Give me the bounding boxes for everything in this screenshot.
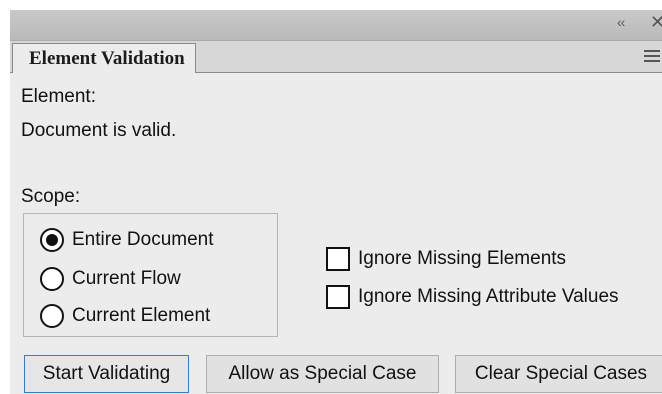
checkbox-label: Ignore Missing Elements [358, 248, 567, 269]
checkbox[interactable] [326, 247, 350, 271]
collapse-panel-icon[interactable]: ‹‹ [617, 14, 625, 30]
panel-tab-strip: Element Validation [10, 41, 662, 73]
allow-special-case-button[interactable]: Allow as Special Case [206, 355, 439, 393]
scope-label: Scope: [21, 186, 81, 207]
tab-element-validation[interactable]: Element Validation [12, 43, 196, 73]
radio-label: Current Flow [72, 268, 181, 289]
panel-title-bar: ‹‹ ✕ [10, 10, 662, 41]
radio-button[interactable] [40, 267, 64, 291]
radio-current-flow[interactable]: Current Flow [40, 266, 181, 292]
clear-special-cases-button[interactable]: Clear Special Cases [455, 355, 662, 393]
radio-label: Entire Document [72, 229, 214, 250]
scope-radio-group: Entire Document Current Flow Current Ele… [23, 213, 278, 337]
validation-status-text: Document is valid. [21, 120, 177, 141]
radio-current-element[interactable]: Current Element [40, 303, 210, 329]
close-icon[interactable]: ✕ [650, 12, 662, 33]
element-validation-panel: ‹‹ ✕ Element Validation Element: Documen… [10, 10, 662, 394]
element-label: Element: [21, 86, 96, 107]
checkbox-ignore-missing-attribute-values[interactable]: Ignore Missing Attribute Values [326, 284, 619, 310]
checkbox-label: Ignore Missing Attribute Values [358, 286, 619, 307]
start-validating-button[interactable]: Start Validating [24, 355, 189, 393]
radio-entire-document[interactable]: Entire Document [40, 227, 214, 253]
checkbox-ignore-missing-elements[interactable]: Ignore Missing Elements [326, 246, 566, 272]
radio-label: Current Element [72, 305, 211, 326]
hamburger-menu-icon[interactable] [644, 50, 660, 62]
radio-button-selected[interactable] [40, 228, 64, 252]
checkbox[interactable] [326, 285, 350, 309]
radio-button[interactable] [40, 304, 64, 328]
